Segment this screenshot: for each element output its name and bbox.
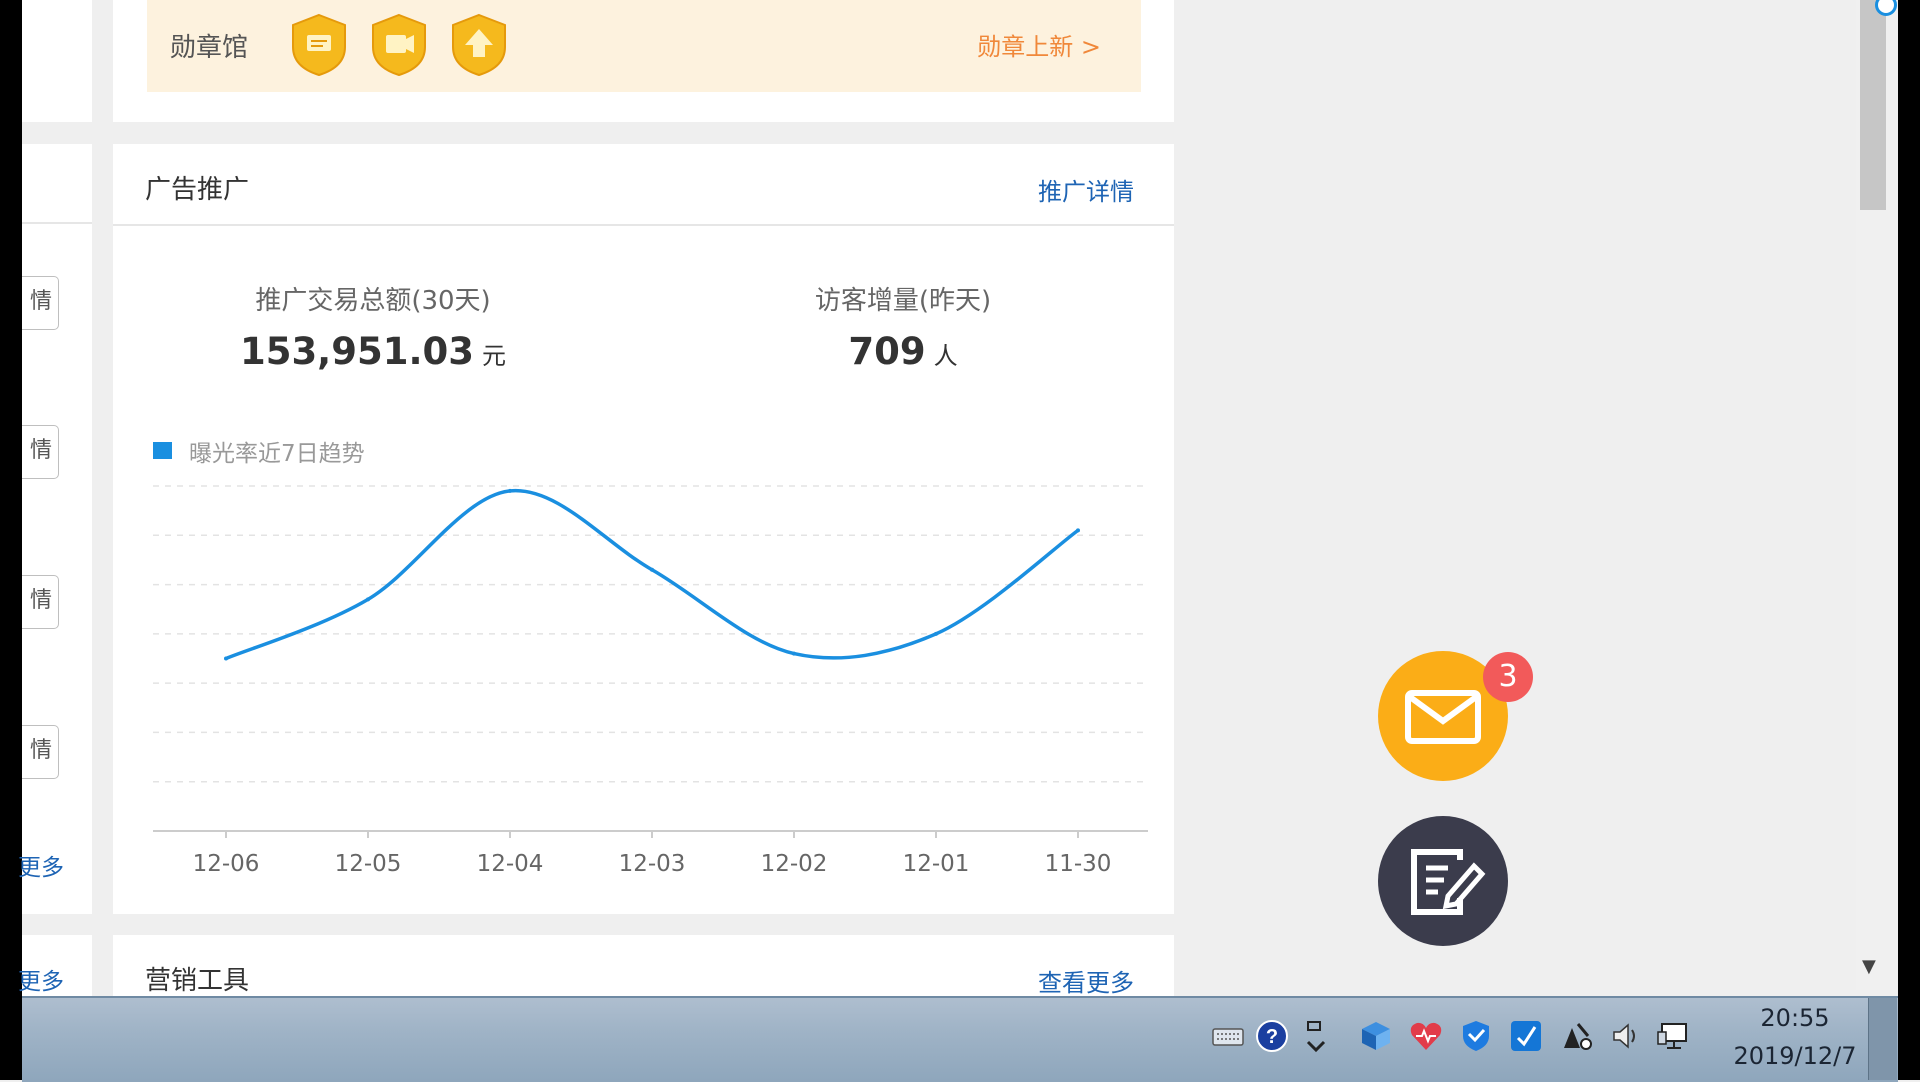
medal-chat-icon[interactable]	[289, 13, 349, 77]
data-point[interactable]	[650, 567, 654, 572]
display-network-icon[interactable]	[1656, 1018, 1692, 1054]
security-shield-icon[interactable]	[1458, 1018, 1494, 1054]
data-point[interactable]	[792, 651, 796, 656]
scroll-down-arrow-icon[interactable]: ▼	[1862, 956, 1876, 977]
badge-card: 勋章馆 勋章上新 >	[113, 0, 1174, 122]
left-more-link-2[interactable]: 更多	[18, 962, 64, 996]
network-status-icon[interactable]	[1558, 1018, 1594, 1054]
x-tick-label: 12-01	[903, 851, 970, 877]
marketing-card-title: 营销工具	[145, 966, 250, 996]
show-hidden-icons-icon[interactable]	[1298, 1018, 1334, 1054]
clock-time[interactable]: 20:55	[1720, 1004, 1870, 1032]
volume-icon[interactable]	[1608, 1018, 1644, 1054]
left-detail-button-2[interactable]: 情	[22, 425, 59, 479]
show-desktop-button[interactable]	[1868, 998, 1897, 1080]
update-app-icon[interactable]	[1508, 1018, 1544, 1054]
marketing-card: 营销工具 查看更多	[113, 935, 1174, 1000]
keyboard-icon[interactable]	[1210, 1018, 1246, 1054]
data-point[interactable]	[1076, 528, 1080, 533]
left-more-link-1[interactable]: 更多	[18, 848, 64, 882]
x-tick-label: 12-06	[193, 851, 260, 877]
scrollbar-thumb[interactable]	[1860, 0, 1886, 210]
badge-title: 勋章馆	[170, 33, 249, 63]
badge-bar: 勋章馆 勋章上新 >	[147, 0, 1141, 92]
x-tick-label: 11-30	[1045, 851, 1112, 877]
trend-chart: 12-06 12-05 12-04 12-03 12-02 12-01 11-30	[153, 485, 1148, 877]
marketing-more-link[interactable]: 查看更多	[1038, 963, 1134, 998]
left-detail-button-1[interactable]: 情	[22, 276, 59, 330]
x-tick-label: 12-02	[761, 851, 828, 877]
feedback-button[interactable]	[1378, 816, 1508, 946]
health-app-icon[interactable]	[1408, 1018, 1444, 1054]
svg-text:?: ?	[1266, 1026, 1278, 1048]
x-tick-label: 12-04	[477, 851, 544, 877]
left-detail-button-3[interactable]: 情	[22, 575, 59, 629]
badge-new-link[interactable]: 勋章上新 >	[977, 27, 1101, 62]
left-card-links	[22, 144, 92, 914]
message-count-badge: 3	[1483, 652, 1533, 702]
medal-video-icon[interactable]	[369, 13, 429, 77]
x-tick-label: 12-05	[335, 851, 402, 877]
data-point[interactable]	[508, 488, 512, 493]
left-card-divider	[22, 222, 92, 224]
screen-left-border	[0, 0, 22, 1080]
x-tick-label: 12-03	[619, 851, 686, 877]
edit-note-icon	[1411, 849, 1486, 915]
left-card-top	[22, 0, 92, 122]
ad-promotion-card: 广告推广 推广详情 推广交易总额(30天) 153,951.03 元 访客增量(昨…	[113, 144, 1174, 914]
data-point[interactable]	[224, 656, 228, 661]
screen-right-border	[1898, 0, 1920, 1080]
data-point[interactable]	[366, 597, 370, 602]
medal-upgrade-icon[interactable]	[449, 13, 509, 77]
clock-date[interactable]: 2019/12/7	[1720, 1042, 1870, 1070]
data-point[interactable]	[934, 631, 938, 636]
help-icon[interactable]: ?	[1254, 1018, 1290, 1054]
left-detail-button-4[interactable]: 情	[22, 725, 59, 779]
storage-app-icon[interactable]	[1358, 1018, 1394, 1054]
